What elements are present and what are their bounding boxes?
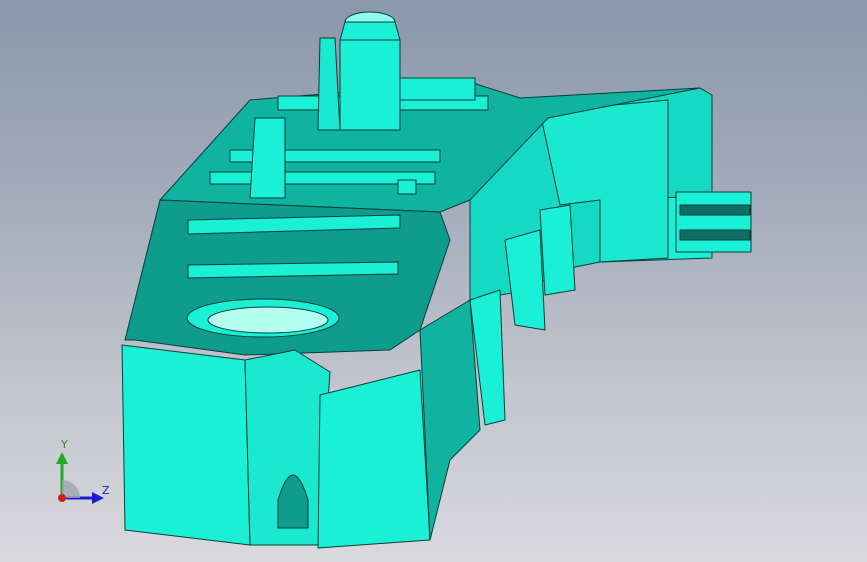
pillar-small — [249, 117, 286, 199]
axis-y-label: Y — [61, 438, 68, 451]
block-top-right — [399, 77, 476, 101]
axis-triad-graphic — [56, 452, 104, 504]
3d-viewport[interactable]: Y Z — [0, 0, 867, 562]
fin-3 — [539, 204, 576, 296]
cad-part-model[interactable] — [0, 0, 867, 562]
axis-z-label: Z — [102, 484, 110, 497]
lower-front-right — [317, 369, 431, 549]
pillar-left — [317, 37, 341, 131]
axis-triad: Y Z — [48, 438, 118, 510]
connector-slot-2 — [679, 229, 751, 241]
fin-2 — [504, 229, 546, 331]
connector-block — [675, 191, 752, 253]
pillar-large-top — [339, 21, 401, 41]
peg — [397, 179, 417, 195]
lower-front-left — [121, 344, 251, 546]
round-hole-inner — [207, 306, 329, 334]
connector-slot-1 — [679, 204, 751, 216]
side-face-lower — [419, 299, 481, 541]
pillar-large — [339, 39, 401, 131]
